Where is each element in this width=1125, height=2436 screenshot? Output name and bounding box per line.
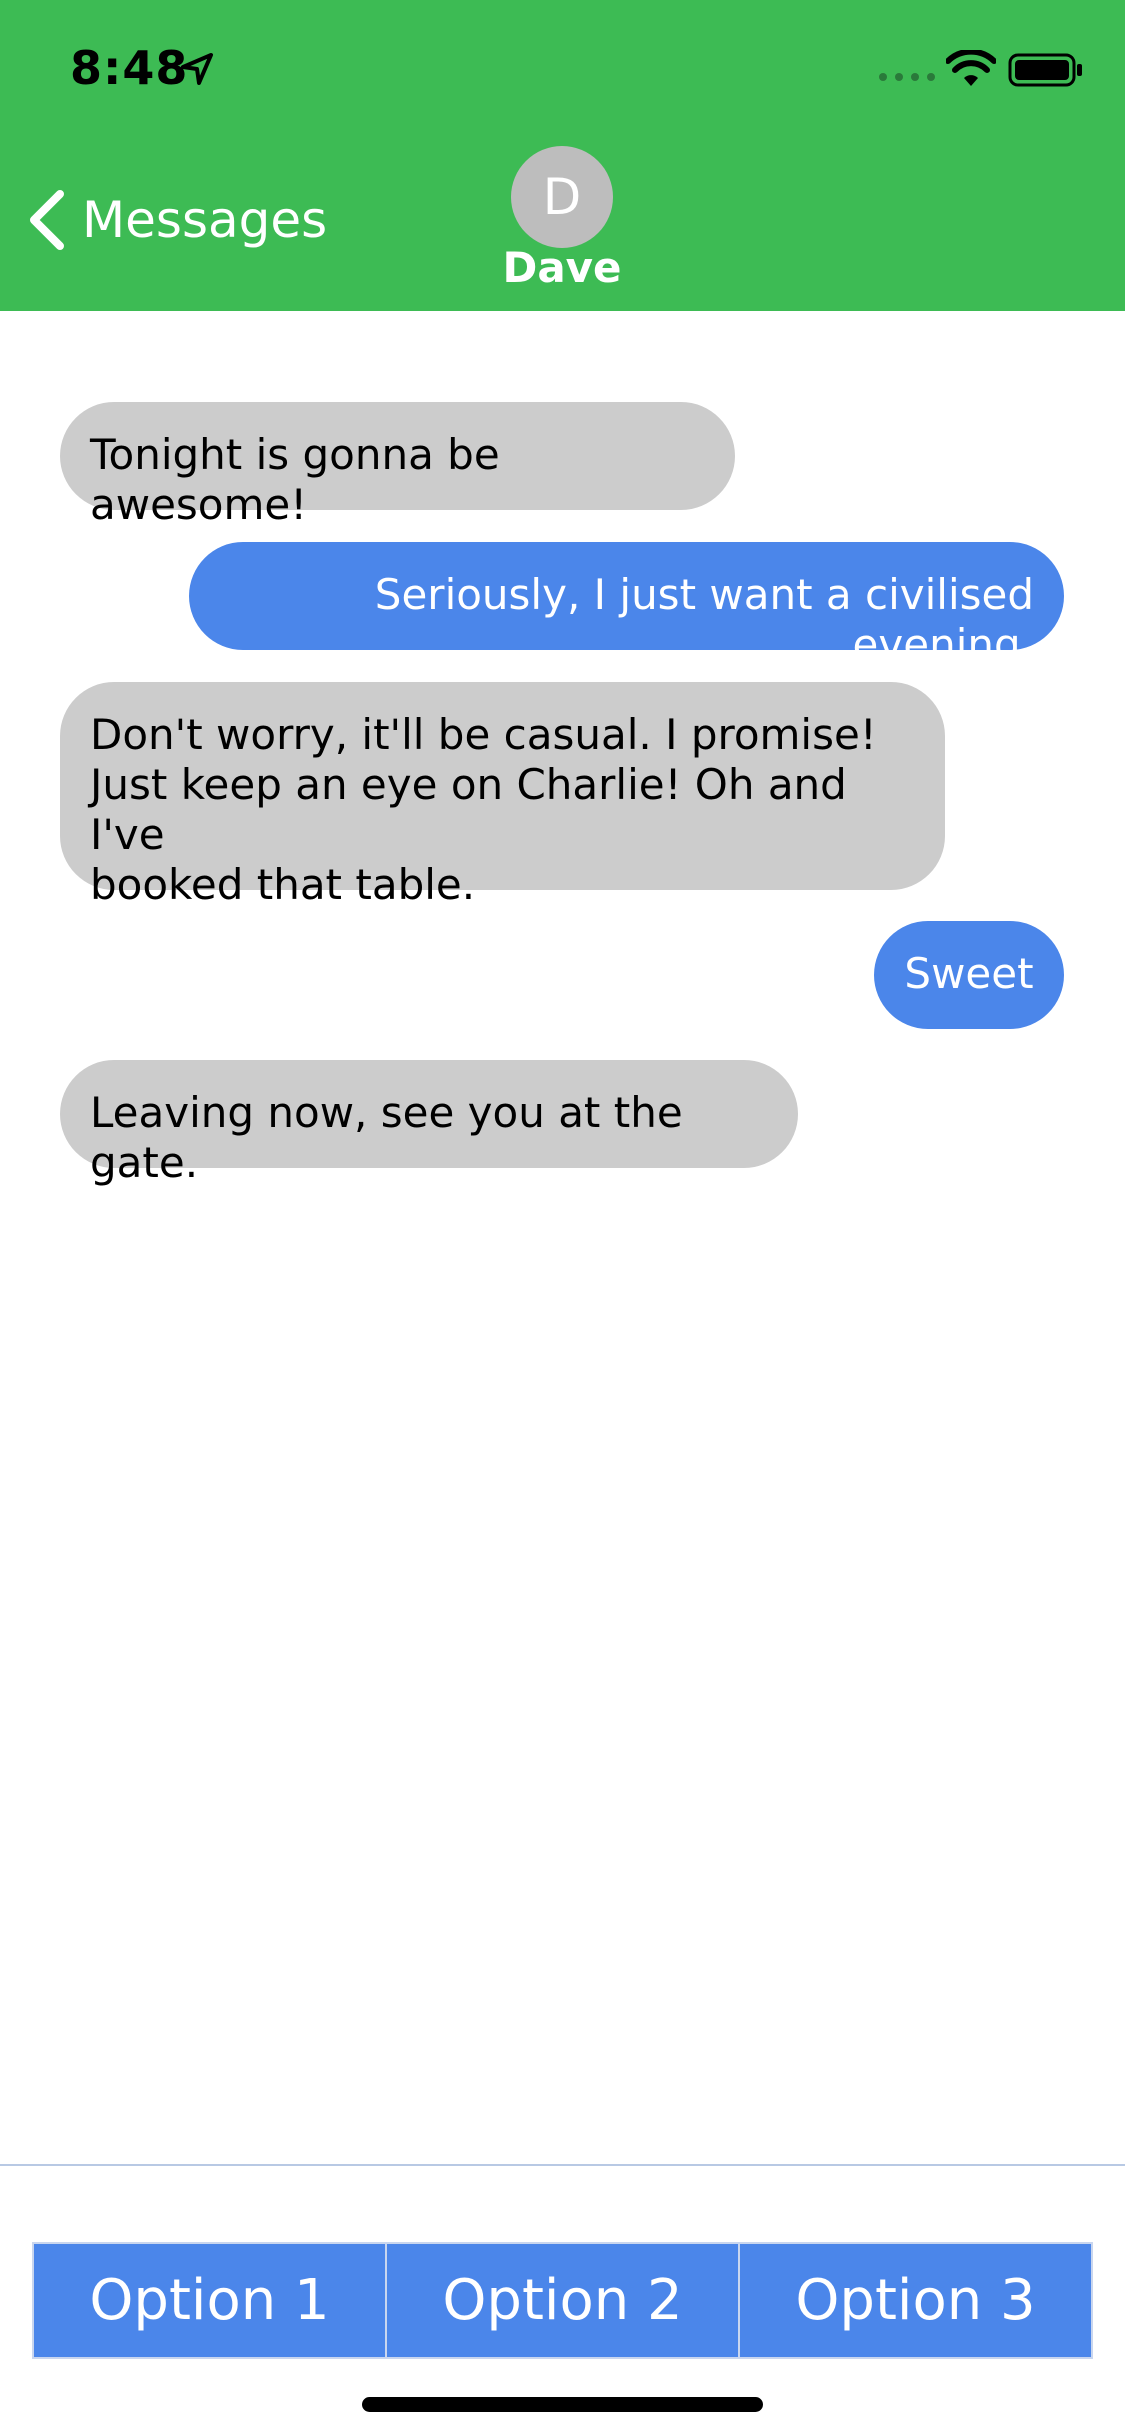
option-1-button[interactable]: Option 1 [34, 2244, 385, 2357]
cellular-signal-icon [879, 73, 935, 81]
back-label: Messages [82, 191, 328, 249]
incoming-message-bubble: Tonight is gonna be awesome! [60, 402, 735, 529]
incoming-message-bubble: Leaving now, see you at the gate. [60, 1060, 798, 1187]
navigation-header: 8:48 Messages D Dave [0, 0, 1125, 311]
message-thread: Tonight is gonna be awesome! Seriously, … [0, 311, 1125, 2161]
home-indicator[interactable] [362, 2397, 763, 2412]
divider [0, 2164, 1125, 2166]
outgoing-message-bubble: Seriously, I just want a civilised eveni… [189, 542, 1064, 669]
reply-options-bar: Option 1 Option 2 Option 3 [32, 2242, 1093, 2359]
avatar[interactable]: D [511, 146, 613, 248]
battery-icon [1008, 53, 1082, 87]
incoming-message-bubble: Don't worry, it'll be casual. I promise!… [60, 682, 945, 909]
outgoing-message-bubble: Sweet [874, 921, 1064, 1029]
chevron-left-icon [30, 190, 64, 250]
status-time: 8:48 [70, 41, 189, 95]
option-2-button[interactable]: Option 2 [385, 2244, 738, 2357]
location-arrow-icon [181, 53, 213, 85]
contact-name[interactable]: Dave [462, 240, 662, 296]
wifi-icon [946, 50, 996, 86]
back-button[interactable]: Messages [24, 185, 327, 255]
option-3-button[interactable]: Option 3 [738, 2244, 1091, 2357]
